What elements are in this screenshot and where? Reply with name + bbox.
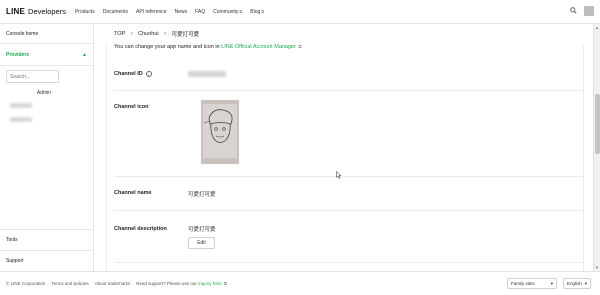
divider	[114, 262, 583, 263]
logo-developers-text: Developers	[28, 7, 66, 16]
nav-documents[interactable]: Documents	[103, 9, 128, 15]
sidebar: Console home Providers ▲ Admin Tools Sup…	[0, 24, 94, 271]
channel-name-value: 可愛打可愛	[188, 192, 216, 198]
header-actions	[570, 6, 594, 16]
edit-description-button[interactable]: Edit	[188, 237, 215, 249]
provider-item-blurred[interactable]	[10, 117, 32, 122]
external-link-icon: ⧉	[223, 281, 227, 286]
divider	[114, 90, 583, 91]
sidebar-item-label: Tools	[6, 237, 18, 243]
channel-description-value: 可愛打可愛	[188, 227, 216, 233]
scrollbar-thumb[interactable]	[595, 94, 600, 154]
channel-id-label: Channel ID i	[114, 71, 152, 77]
breadcrumb: TOP > Chunhui > 可愛打可愛	[114, 30, 199, 38]
avatar[interactable]	[584, 6, 594, 16]
breadcrumb-separator: >	[163, 31, 167, 37]
nav-products[interactable]: Products	[75, 9, 95, 15]
channel-id-value-blurred	[188, 71, 226, 77]
divider	[114, 176, 583, 177]
logo-line-text: LINE	[6, 7, 26, 16]
sidebar-item-label: Console home	[6, 30, 39, 37]
footer: © LINE Corporation Terms and policies Ab…	[0, 271, 600, 295]
search-icon[interactable]	[570, 6, 577, 16]
copyright-text: © LINE Corporation	[6, 281, 46, 286]
sidebar-item-tools[interactable]: Tools	[0, 229, 94, 250]
breadcrumb-top[interactable]: TOP	[114, 31, 125, 37]
sidebar-item-support[interactable]: Support	[0, 250, 94, 271]
channel-note: You can change your app name and icon in…	[114, 44, 301, 50]
mouse-cursor-icon	[336, 170, 342, 181]
chevron-up-icon: ▲	[82, 51, 87, 58]
channel-icon-image	[201, 100, 239, 164]
inquiry-form-link[interactable]: inquiry form	[198, 281, 222, 286]
language-select[interactable]: English ▾	[563, 278, 591, 289]
nav-faq[interactable]: FAQ	[195, 9, 205, 15]
breadcrumb-channel: 可愛打可愛	[171, 32, 200, 38]
sidebar-item-providers[interactable]: Providers ▲	[0, 44, 93, 66]
chevron-down-icon: ▾	[550, 280, 553, 286]
external-link-icon: ⧉	[239, 8, 243, 14]
nav-community[interactable]: Community⧉	[213, 9, 242, 15]
external-link-icon: ⧉	[261, 8, 265, 14]
channel-settings-panel: You can change your app name and icon in…	[106, 44, 584, 271]
channel-description-label: Channel description	[114, 226, 167, 232]
divider	[114, 210, 583, 211]
channel-icon-label: Channel icon	[114, 104, 149, 110]
note-text: You can change your app name and icon in	[114, 44, 220, 50]
oa-manager-link[interactable]: LINE Official Account Manager	[221, 44, 296, 50]
top-header: LINE Developers Products Documents API r…	[0, 0, 600, 24]
sidebar-search-wrap	[0, 66, 93, 83]
info-icon[interactable]: i	[145, 71, 152, 77]
provider-search-input[interactable]	[6, 70, 59, 83]
channel-name-label: Channel name	[114, 190, 152, 196]
chevron-down-icon: ▾	[584, 280, 587, 286]
sidebar-item-console-home[interactable]: Console home	[0, 24, 93, 44]
external-link-icon: ⧉	[298, 44, 302, 49]
breadcrumb-separator: >	[130, 31, 134, 37]
main-content: You can change your app name and icon in…	[94, 44, 593, 271]
scroll-down-icon[interactable]: ▼	[595, 265, 599, 270]
line-developers-logo[interactable]: LINE Developers	[6, 7, 66, 16]
breadcrumb-provider[interactable]: Chunhui	[138, 31, 159, 37]
sidebar-item-label: Support	[6, 258, 24, 264]
support-note: Need support? Please use our inquiry for…	[136, 281, 227, 286]
admin-heading: Admin	[36, 90, 52, 96]
page-scrollbar[interactable]: ▲ ▼	[593, 24, 600, 271]
terms-link[interactable]: Terms and policies	[51, 281, 88, 286]
scroll-up-icon[interactable]: ▲	[595, 25, 599, 30]
main-nav: Products Documents API reference News FA…	[75, 9, 264, 15]
nav-blog[interactable]: Blog⧉	[250, 9, 264, 15]
nav-news[interactable]: News	[175, 9, 188, 15]
family-sites-select[interactable]: Family sites ▾	[507, 278, 557, 289]
provider-item-blurred[interactable]	[10, 103, 32, 108]
sidebar-item-label: Providers	[6, 51, 30, 58]
nav-api-reference[interactable]: API reference	[136, 9, 167, 15]
trademarks-link[interactable]: About trademarks	[95, 281, 131, 286]
